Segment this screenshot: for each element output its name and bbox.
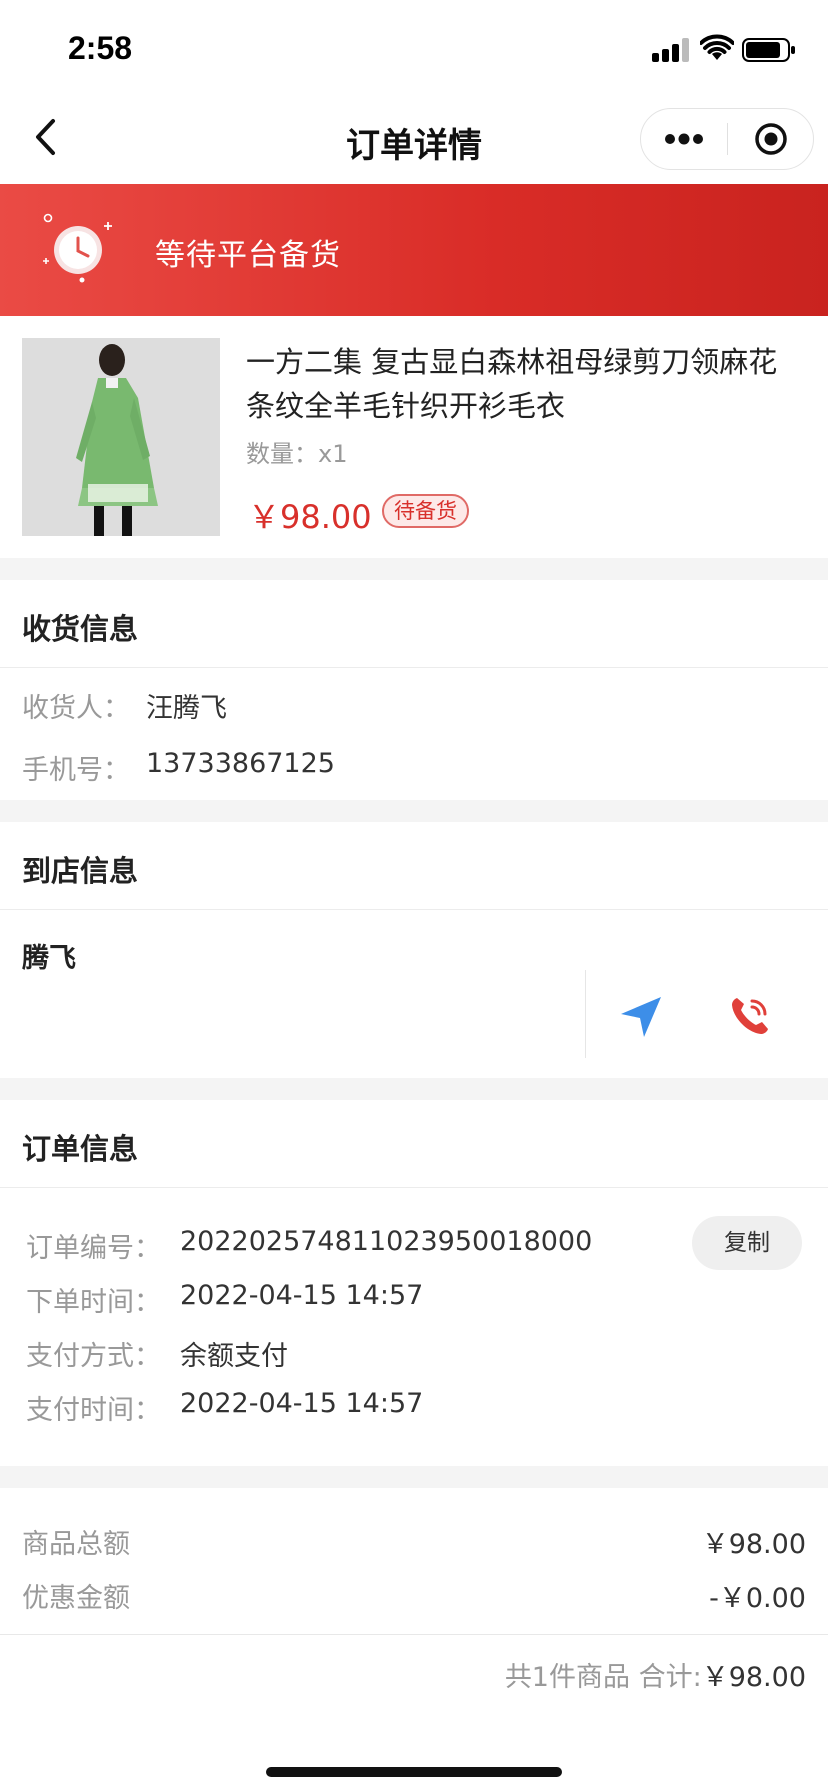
navigate-button[interactable] xyxy=(614,990,668,1044)
more-button[interactable] xyxy=(641,109,727,169)
order-status-text: 等待平台备货 xyxy=(155,238,341,273)
phone-icon xyxy=(732,998,768,1034)
goods-total-value: ￥98.00 xyxy=(701,1529,806,1560)
goods-total-label: 商品总额 xyxy=(22,1529,130,1560)
close-mini-program-button[interactable] xyxy=(728,109,814,169)
payment-time-label: 支付时间： xyxy=(26,1395,161,1426)
store-actions-divider xyxy=(585,970,586,1058)
store-name: 腾飞 xyxy=(22,943,76,974)
quantity-value: x1 xyxy=(318,440,348,468)
order-number-label: 订单编号： xyxy=(26,1233,161,1264)
receiver-info-card: 收货信息 收货人： 汪腾飞 手机号： 13733867125 xyxy=(0,580,828,800)
store-info-card: 到店信息 腾飞 xyxy=(0,822,828,1078)
call-store-button[interactable] xyxy=(722,988,778,1044)
total-label: 合计: xyxy=(638,1662,702,1693)
discount-label: 优惠金额 xyxy=(22,1583,130,1614)
order-time-value: 2022-04-15 14:57 xyxy=(180,1280,424,1311)
store-info-header: 到店信息 xyxy=(0,822,828,910)
battery-icon xyxy=(742,38,795,62)
order-number-value: 202202574811023950018000 xyxy=(180,1226,593,1257)
copy-order-number-button[interactable]: 复制 xyxy=(692,1216,802,1270)
status-bar: 2:58 xyxy=(0,0,828,92)
target-circle-icon xyxy=(755,123,787,155)
more-dots-icon xyxy=(665,133,703,145)
quantity-label: 数量： xyxy=(246,440,318,468)
order-total-summary: 共1件商品 合计:￥98.00 xyxy=(505,1655,806,1694)
payment-method-label: 支付方式： xyxy=(26,1341,161,1372)
product-image xyxy=(22,338,220,536)
payment-method-value: 余额支付 xyxy=(180,1341,288,1372)
order-time-label: 下单时间： xyxy=(26,1287,161,1318)
discount-value: -￥0.00 xyxy=(709,1583,806,1614)
store-info-title: 到店信息 xyxy=(22,854,139,888)
home-indicator xyxy=(266,1767,562,1777)
receiver-info-title: 收货信息 xyxy=(22,612,139,646)
status-time: 2:58 xyxy=(68,30,133,66)
receiver-name-label: 收货人： xyxy=(22,693,130,724)
navigation-arrow-icon xyxy=(621,997,661,1037)
order-info-card: 订单信息 订单编号： 202202574811023950018000 复制 下… xyxy=(0,1100,828,1466)
order-status-banner: 等待平台备货 xyxy=(0,184,828,316)
product-price: ￥98.00 xyxy=(248,498,372,536)
receiver-name-value: 汪腾飞 xyxy=(146,693,227,724)
product-quantity: 数量：x1 xyxy=(246,434,347,469)
receiver-info-header: 收货信息 xyxy=(0,580,828,668)
signal-icon xyxy=(652,38,690,62)
product-card[interactable]: 一方二集 复古显白森林祖母绿剪刀领麻花条纹全羊毛针织开衫毛衣 数量：x1 ￥98… xyxy=(0,316,828,558)
receiver-phone-label: 手机号： xyxy=(22,755,130,786)
nav-bar: 订单详情 xyxy=(0,92,828,184)
order-info-title: 订单信息 xyxy=(22,1132,139,1166)
receiver-phone-value: 13733867125 xyxy=(146,748,335,779)
clock-icon xyxy=(43,213,112,283)
status-badge: 待备货 xyxy=(382,494,469,528)
product-title: 一方二集 复古显白森林祖母绿剪刀领麻花条纹全羊毛针织开衫毛衣 xyxy=(246,345,778,423)
item-count: 共1件商品 xyxy=(504,1662,630,1693)
order-total-footer: 共1件商品 合计:￥98.00 xyxy=(0,1634,828,1792)
mini-program-capsule xyxy=(640,108,814,170)
wifi-icon xyxy=(700,34,734,60)
payment-time-value: 2022-04-15 14:57 xyxy=(180,1388,424,1419)
total-value: ￥98.00 xyxy=(701,1662,806,1693)
order-info-header: 订单信息 xyxy=(0,1100,828,1188)
price-summary-card: 商品总额 ￥98.00 优惠金额 -￥0.00 xyxy=(0,1488,828,1642)
